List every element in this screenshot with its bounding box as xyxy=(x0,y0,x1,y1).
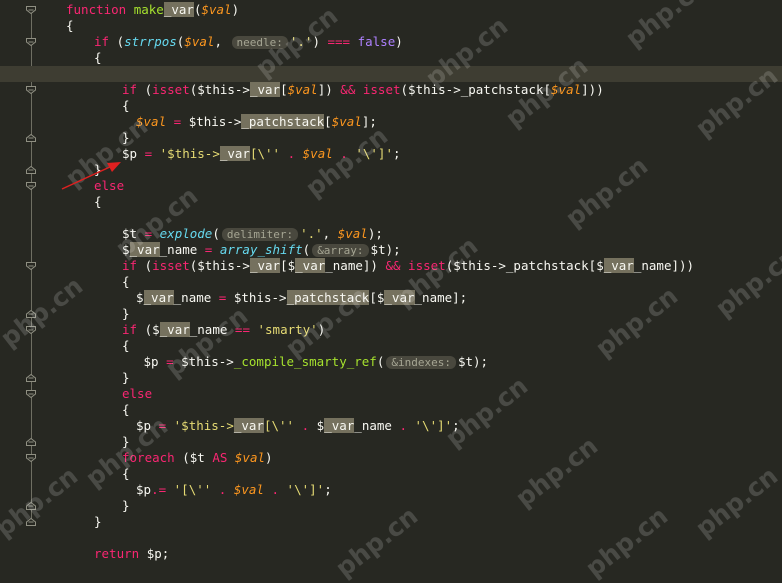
annotation-arrow-shaft xyxy=(61,165,113,190)
annotation-arrow xyxy=(61,162,121,190)
